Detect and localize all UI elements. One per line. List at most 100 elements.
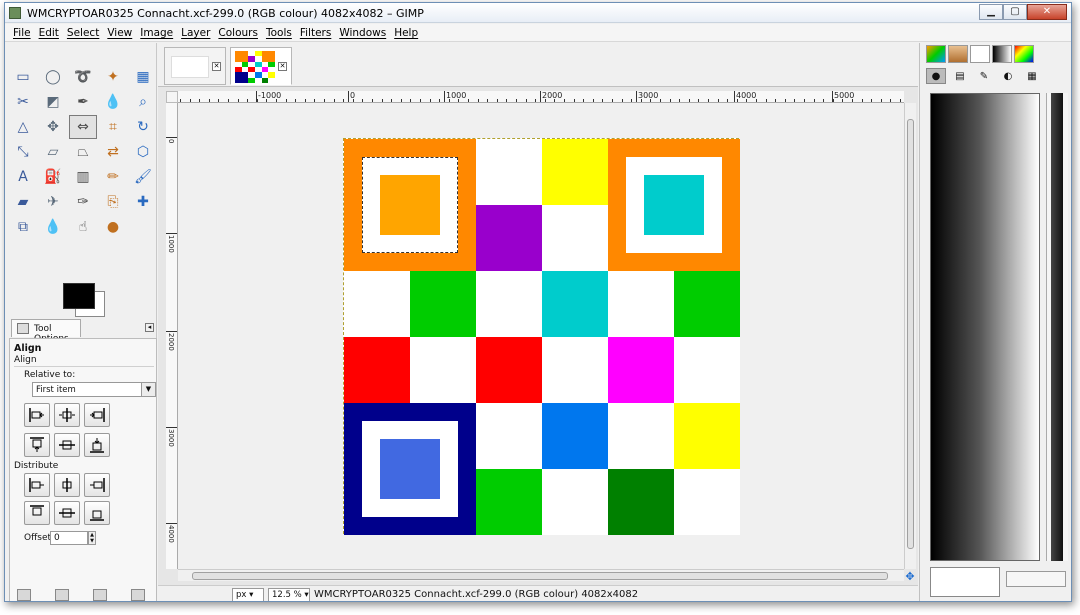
crop-icon[interactable]: ⌗ bbox=[99, 115, 127, 139]
paths-icon[interactable]: ✒ bbox=[69, 90, 97, 114]
printer-icon[interactable]: ▤ bbox=[950, 68, 970, 84]
tab-tool-options[interactable]: Tool Options bbox=[11, 319, 81, 344]
canvas-viewport[interactable] bbox=[178, 103, 904, 569]
gimp-mascot-icon[interactable]: ● bbox=[926, 68, 946, 84]
dodge-burn-icon[interactable]: ● bbox=[99, 215, 127, 239]
navigate-icon[interactable]: ✥ bbox=[904, 571, 916, 583]
relative-to-select[interactable]: First item ▼ bbox=[32, 382, 156, 397]
vertical-scrollbar[interactable] bbox=[904, 103, 916, 569]
pencil-icon[interactable]: ✏ bbox=[99, 165, 127, 189]
align-left-button[interactable] bbox=[24, 403, 50, 427]
menu-tools[interactable]: Tools bbox=[264, 24, 298, 41]
palette-icon[interactable]: ▦ bbox=[1022, 68, 1042, 84]
menu-windows[interactable]: Windows bbox=[337, 24, 392, 41]
paintbrush-icon[interactable]: ✎ bbox=[974, 68, 994, 84]
close-icon[interactable]: ✕ bbox=[212, 62, 221, 71]
menu-help[interactable]: Help bbox=[392, 24, 424, 41]
clone-icon[interactable]: ⎘ bbox=[99, 190, 127, 214]
gradient-thumbnail[interactable] bbox=[930, 567, 1000, 597]
fg-bg-colors[interactable] bbox=[63, 283, 107, 317]
fuzzy-select-icon[interactable]: ✦ bbox=[99, 65, 127, 89]
offset-input[interactable]: 0 bbox=[50, 531, 88, 545]
restore-options-icon[interactable] bbox=[55, 589, 69, 601]
gradients-tab-icon[interactable] bbox=[992, 45, 1012, 63]
bucket-fill-icon[interactable]: ⛽ bbox=[39, 165, 67, 189]
align-right-button[interactable] bbox=[84, 403, 110, 427]
edit-gradient-button[interactable] bbox=[1006, 571, 1066, 587]
distribute-left-button[interactable] bbox=[24, 473, 50, 497]
free-select-icon[interactable]: ➰ bbox=[69, 65, 97, 89]
horizontal-ruler[interactable]: -1000 0 1000 2000 3000 4000 5000 bbox=[178, 91, 904, 103]
smudge-icon[interactable]: ☝ bbox=[69, 215, 97, 239]
scale-icon[interactable]: ⤡ bbox=[9, 140, 37, 164]
align-center-button[interactable] bbox=[54, 403, 80, 427]
zoom-select[interactable]: 12.5 % ▾ bbox=[268, 588, 310, 601]
foreground-color-swatch[interactable] bbox=[63, 283, 95, 309]
align-top-button[interactable] bbox=[24, 433, 50, 457]
distribute-center-button[interactable] bbox=[54, 473, 80, 497]
vertical-scroll-thumb[interactable] bbox=[907, 119, 914, 549]
distribute-middle-button[interactable] bbox=[54, 501, 80, 525]
minimize-button[interactable]: ▁ bbox=[979, 4, 1003, 20]
align-bottom-button[interactable] bbox=[84, 433, 110, 457]
menu-select[interactable]: Select bbox=[65, 24, 105, 41]
text-icon[interactable]: A bbox=[9, 165, 37, 189]
dock-scrollbar[interactable] bbox=[1046, 93, 1068, 561]
horizontal-scrollbar[interactable] bbox=[178, 569, 904, 581]
heal-icon[interactable]: ✚ bbox=[129, 190, 157, 214]
tool-presets-tab-icon[interactable] bbox=[970, 45, 990, 63]
blur-icon[interactable]: 💧 bbox=[39, 215, 67, 239]
ink-icon[interactable]: ✑ bbox=[69, 190, 97, 214]
shear-icon[interactable]: ▱ bbox=[39, 140, 67, 164]
color-picker-icon[interactable]: 💧 bbox=[99, 90, 127, 114]
paintbrush-icon[interactable]: 🖌 bbox=[129, 165, 157, 189]
unit-select[interactable]: px ▾ bbox=[232, 588, 264, 601]
perspective-clone-icon[interactable]: ⧉ bbox=[9, 215, 37, 239]
delete-options-icon[interactable] bbox=[93, 589, 107, 601]
ruler-corner[interactable] bbox=[166, 91, 178, 103]
patterns-tab-icon[interactable] bbox=[926, 45, 946, 63]
flip-icon[interactable]: ⇄ bbox=[99, 140, 127, 164]
rotate-icon[interactable]: ↻ bbox=[129, 115, 157, 139]
scissors-icon[interactable]: ✂ bbox=[9, 90, 37, 114]
chevron-down-icon[interactable]: ▼ bbox=[141, 383, 155, 396]
dock-scroll-thumb[interactable] bbox=[1051, 93, 1063, 561]
measure-icon[interactable]: △ bbox=[9, 115, 37, 139]
vertical-ruler[interactable]: 0 1000 2000 3000 4000 bbox=[166, 103, 178, 569]
align-middle-button[interactable] bbox=[54, 433, 80, 457]
gradient-preview[interactable] bbox=[930, 93, 1040, 561]
move-icon[interactable]: ✥ bbox=[39, 115, 67, 139]
foreground-select-icon[interactable]: ◩ bbox=[39, 90, 67, 114]
blend-icon[interactable]: ▥ bbox=[69, 165, 97, 189]
panel-menu-icon[interactable]: ◂ bbox=[145, 323, 154, 332]
palettes-tab-icon[interactable] bbox=[1014, 45, 1034, 63]
brushes-tab-icon[interactable] bbox=[948, 45, 968, 63]
distribute-top-button[interactable] bbox=[24, 501, 50, 525]
distribute-right-button[interactable] bbox=[84, 473, 110, 497]
close-button[interactable]: ✕ bbox=[1027, 4, 1067, 20]
close-icon[interactable]: ✕ bbox=[278, 62, 287, 71]
eraser-icon[interactable]: ▰ bbox=[9, 190, 37, 214]
perspective-icon[interactable]: ⏢ bbox=[69, 140, 97, 164]
image-canvas[interactable] bbox=[343, 138, 740, 535]
cage-icon[interactable]: ⬡ bbox=[129, 140, 157, 164]
ellipse-select-icon[interactable]: ◯ bbox=[39, 65, 67, 89]
reset-options-icon[interactable] bbox=[131, 589, 145, 601]
horizontal-scroll-thumb[interactable] bbox=[192, 572, 888, 580]
menu-image[interactable]: Image bbox=[138, 24, 179, 41]
zoom-icon[interactable]: ⌕ bbox=[129, 90, 157, 114]
image-tab-qr[interactable]: ✕ bbox=[230, 47, 292, 85]
airbrush-icon[interactable]: ✈ bbox=[39, 190, 67, 214]
menu-colours[interactable]: Colours bbox=[216, 24, 264, 41]
menu-file[interactable]: File bbox=[11, 24, 37, 41]
save-options-icon[interactable] bbox=[17, 589, 31, 601]
rect-select-icon[interactable]: ▭ bbox=[9, 65, 37, 89]
align-icon[interactable]: ⇔ bbox=[69, 115, 97, 139]
distribute-bottom-button[interactable] bbox=[84, 501, 110, 525]
menu-layer[interactable]: Layer bbox=[179, 24, 216, 41]
offset-spinner[interactable]: ▲ ▼ bbox=[88, 531, 96, 545]
maximize-button[interactable]: ▢ bbox=[1003, 4, 1027, 20]
menu-edit[interactable]: Edit bbox=[37, 24, 65, 41]
image-tab-blank[interactable]: ✕ bbox=[164, 47, 226, 85]
menu-view[interactable]: View bbox=[105, 24, 138, 41]
